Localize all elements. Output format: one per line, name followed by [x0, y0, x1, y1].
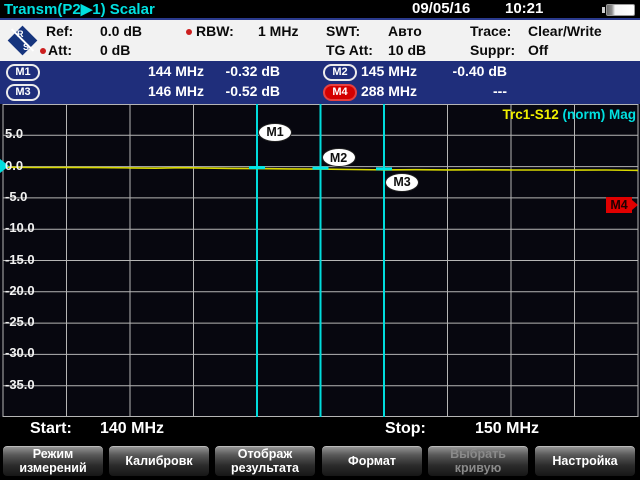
trace-label: Trace:: [470, 23, 511, 39]
y-axis-tick-label: 0.0: [5, 158, 23, 173]
settings-panel: R S Ref: 0.0 dB RBW: 1 MHz SWT: Авто Tra…: [0, 18, 640, 61]
tg-att-label: TG Att:: [326, 42, 373, 58]
marker-m4-offscreen-label: M4: [610, 198, 627, 212]
att-value: 0 dB: [100, 42, 130, 58]
marker-m4-offscreen-indicator: M4: [606, 197, 632, 213]
rbw-label: RBW:: [196, 23, 234, 39]
marker-table: M1 144 MHz -0.32 dB M2 145 MHz -0.40 dB …: [0, 61, 640, 104]
y-axis-tick-label: -25.0: [5, 314, 35, 329]
date-display: 09/05/16: [412, 0, 470, 17]
rs-logo-icon: R S: [4, 22, 42, 60]
measurement-title: Transm(P2▶1) Scalar: [4, 0, 155, 18]
red-dot-icon: [186, 29, 192, 35]
softkey-settings[interactable]: Настройка: [534, 445, 636, 477]
y-axis-tick-label: 5.0: [5, 126, 23, 141]
y-axis-tick-label: -20.0: [5, 283, 35, 298]
chart-area: Trc1-S12 (norm) Mag M4 5.0 0.0 -5.0 -10.0 -1…: [0, 104, 640, 417]
marker-value-m2: -0.40 dB: [432, 63, 507, 79]
time-display: 10:21: [505, 0, 543, 17]
ref-value: 0.0 dB: [100, 23, 142, 39]
rs-logo-letter-r: R: [17, 29, 24, 39]
marker-label-m2: M2: [322, 148, 356, 167]
marker-value-m4: ---: [432, 83, 507, 99]
marker-value-m3: -0.52 dB: [206, 83, 280, 99]
softkey-bar: Режим измерений Калибровк Отображ резуль…: [0, 443, 640, 480]
marker-label-m3: M3: [385, 173, 419, 192]
trace-value: Clear/Write: [528, 23, 602, 39]
swt-label: SWT:: [326, 23, 360, 39]
marker-value-m1: -0.32 dB: [206, 63, 280, 79]
frequency-axis-bar: Start: 140 MHz Stop: 150 MHz: [0, 417, 640, 443]
chart-svg: [0, 104, 640, 417]
suppr-value: Off: [528, 42, 548, 58]
start-freq-value: 140 MHz: [100, 420, 164, 438]
red-dot-icon: [40, 48, 46, 54]
battery-terminal: [602, 7, 605, 13]
y-axis-tick-label: -10.0: [5, 220, 35, 235]
suppr-label: Suppr:: [470, 42, 515, 58]
marker-label-m1: M1: [258, 123, 292, 142]
marker-freq-m2: 145 MHz: [352, 63, 417, 79]
instrument-screen: Transm(P2▶1) Scalar 09/05/16 10:21 R S R…: [0, 0, 640, 480]
marker-badge-m1: M1: [6, 64, 40, 81]
stop-freq-value: 150 MHz: [475, 420, 539, 438]
y-axis-tick-label: -35.0: [5, 377, 35, 392]
y-axis-tick-label: -15.0: [5, 252, 35, 267]
y-axis-tick-label: -30.0: [5, 345, 35, 360]
marker-badge-m3: M3: [6, 84, 40, 101]
softkey-select-trace[interactable]: Выбрать кривую: [427, 445, 529, 477]
softkey-format[interactable]: Формат: [321, 445, 423, 477]
trace-name: Trc1-S12: [502, 107, 558, 122]
att-label: Att:: [48, 42, 72, 58]
marker-freq-m1: 144 MHz: [138, 63, 204, 79]
tg-att-value: 10 dB: [388, 42, 426, 58]
marker-row: M3 146 MHz -0.52 dB M4 288 MHz ---: [0, 82, 640, 103]
battery-level: [606, 4, 635, 16]
marker-freq-m3: 146 MHz: [138, 83, 204, 99]
trace-legend: Trc1-S12 (norm) Mag: [502, 107, 636, 122]
softkey-calibration[interactable]: Калибровк: [108, 445, 210, 477]
softkey-measurement-mode[interactable]: Режим измерений: [2, 445, 104, 477]
marker-freq-m4: 288 MHz: [352, 83, 417, 99]
rbw-value: 1 MHz: [258, 23, 298, 39]
battery-icon: [602, 4, 636, 16]
softkey-display-result[interactable]: Отображ результата: [214, 445, 316, 477]
y-axis-tick-label: -5.0: [5, 189, 27, 204]
swt-value: Авто: [388, 23, 422, 39]
stop-freq-label: Stop:: [385, 420, 426, 438]
ref-label: Ref:: [46, 23, 73, 39]
rs-logo-letter-s: S: [23, 42, 29, 52]
trace-mode: (norm) Mag: [559, 107, 636, 122]
title-bar: Transm(P2▶1) Scalar 09/05/16 10:21: [0, 0, 640, 18]
start-freq-label: Start:: [30, 420, 72, 438]
marker-row: M1 144 MHz -0.32 dB M2 145 MHz -0.40 dB: [0, 62, 640, 83]
